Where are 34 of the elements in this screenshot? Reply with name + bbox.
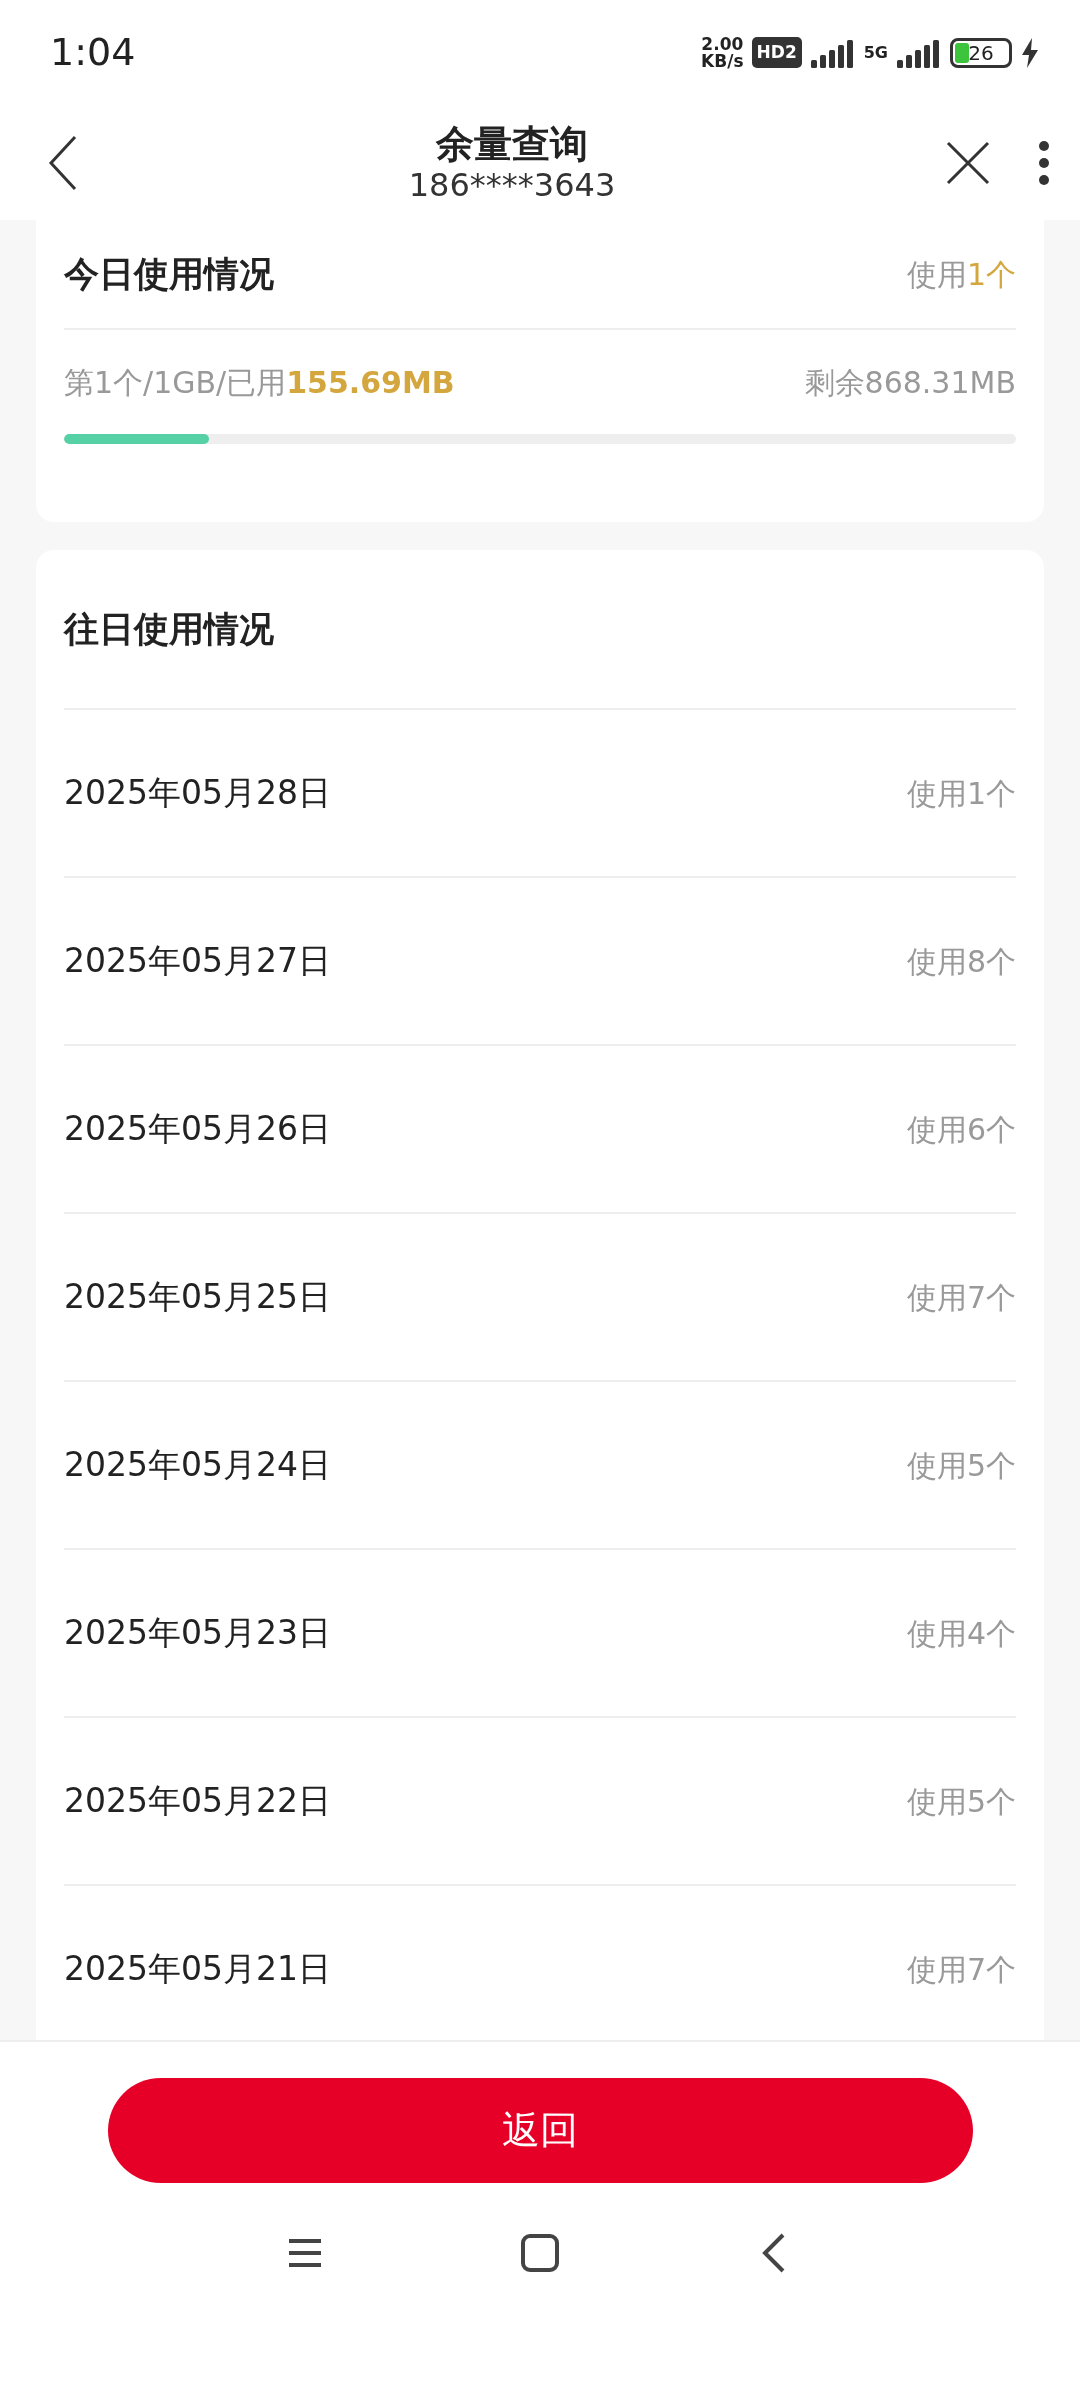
section-title: 今日使用情况: [64, 252, 274, 296]
network-type: 5G: [863, 41, 888, 64]
date-label: 2025年05月22日: [64, 1780, 331, 1823]
battery-indicator: 26: [950, 37, 1012, 68]
usage-count: 使用7个: [906, 1950, 1016, 1989]
usage-count: 使用8个: [906, 942, 1016, 981]
usage-count: 使用5个: [906, 1782, 1016, 1821]
back-icon[interactable]: [48, 134, 78, 191]
usage-count: 使用4个: [906, 1614, 1016, 1653]
signal-icon: [809, 37, 856, 68]
today-usage: 使用1个: [906, 255, 1016, 294]
usage-count: 使用5个: [906, 1446, 1016, 1485]
usage-count: 使用6个: [906, 1110, 1016, 1149]
date-label: 2025年05月26日: [64, 1108, 331, 1151]
usage-count: 使用1个: [906, 774, 1016, 813]
hd-badge: HD2: [751, 36, 802, 69]
status-time: 1:04: [50, 29, 136, 76]
date-label: 2025年05月21日: [64, 1948, 331, 1991]
signal-icon: [896, 37, 942, 68]
date-label: 2025年05月23日: [64, 1612, 331, 1655]
date-label: 2025年05月24日: [64, 1444, 331, 1487]
package-usage: 第1个/1GB/已用155.69MB: [64, 363, 455, 402]
more-icon[interactable]: [1038, 139, 1050, 186]
phone-number: 186****3643: [408, 167, 616, 203]
date-label: 2025年05月25日: [64, 1276, 331, 1319]
back-button[interactable]: 返回: [107, 2078, 973, 2183]
date-label: 2025年05月28日: [64, 772, 331, 815]
remaining-data: 剩余868.31MB: [804, 363, 1016, 402]
usage-count: 使用7个: [906, 1278, 1016, 1317]
page-title: 余量查询: [435, 122, 589, 168]
network-speed: 2.00 KB/s: [701, 35, 744, 70]
section-title: 往日使用情况: [64, 607, 274, 651]
close-icon[interactable]: [946, 140, 990, 185]
date-label: 2025年05月27日: [64, 940, 331, 983]
